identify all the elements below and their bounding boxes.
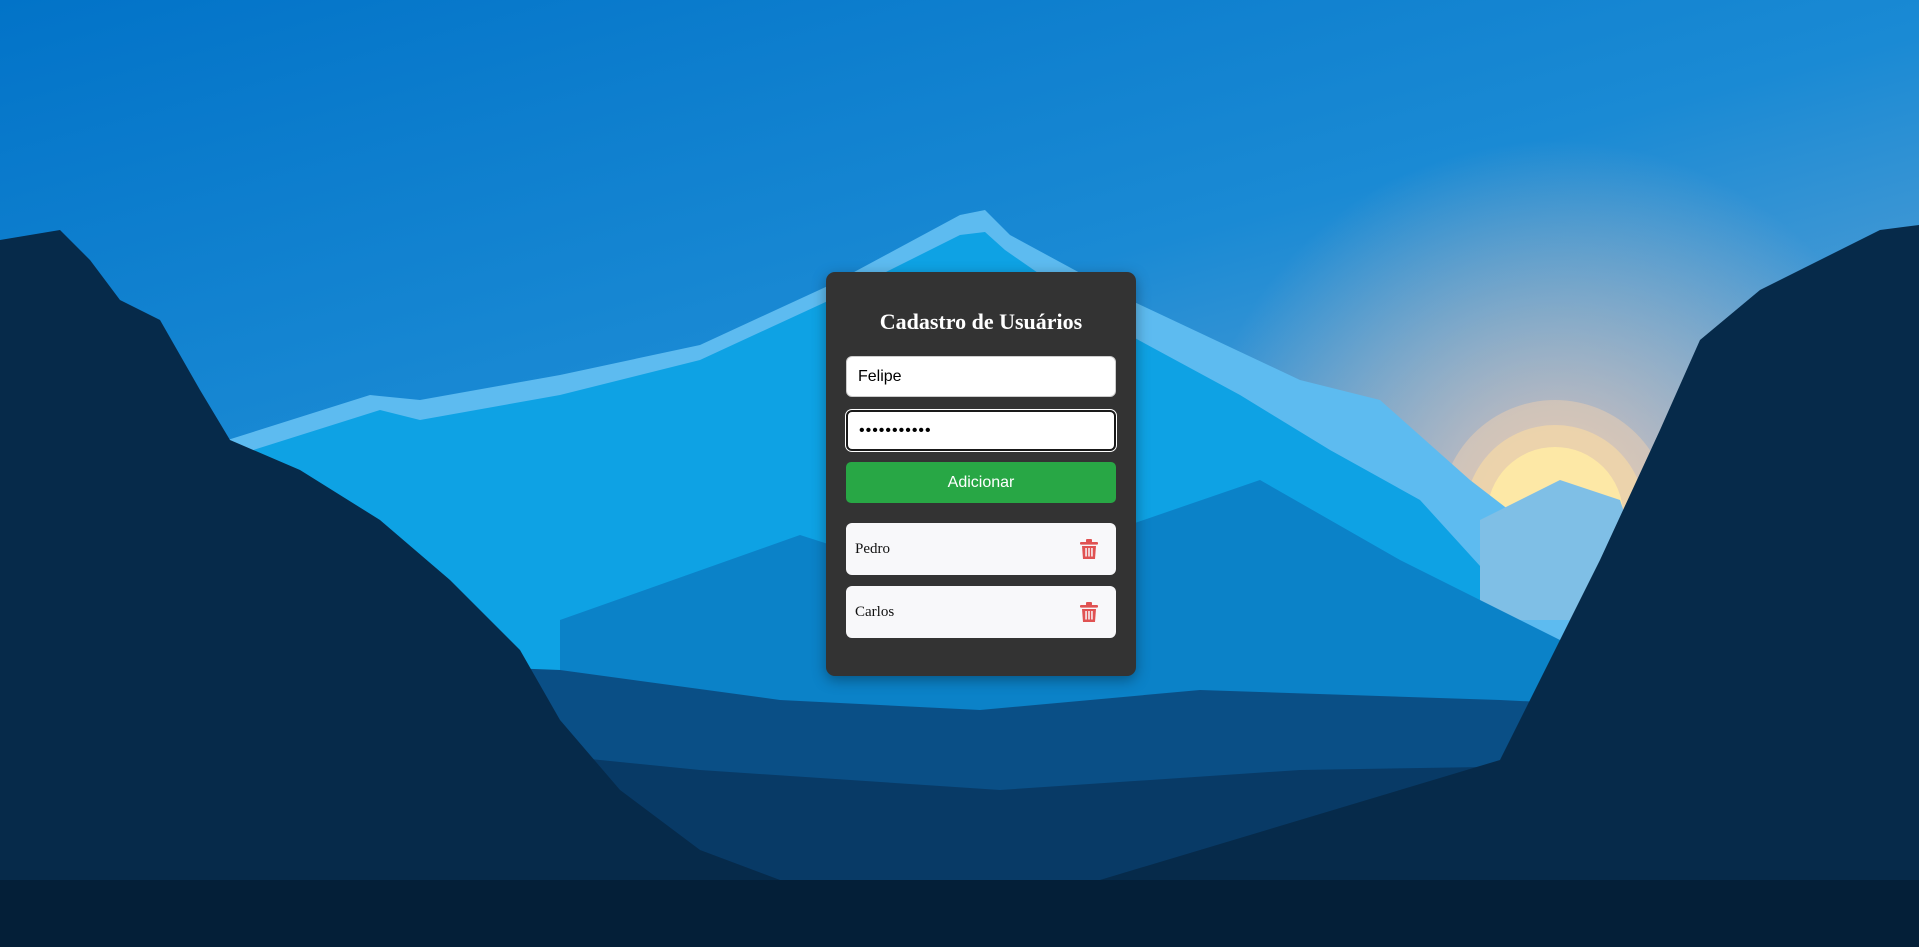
password-input[interactable] bbox=[846, 410, 1116, 451]
delete-button[interactable] bbox=[1077, 537, 1101, 561]
name-input[interactable] bbox=[846, 356, 1116, 397]
page-title: Cadastro de Usuários bbox=[879, 309, 1083, 334]
delete-button[interactable] bbox=[1077, 600, 1101, 624]
list-item: Carlos bbox=[846, 586, 1116, 638]
user-name: Carlos bbox=[855, 603, 895, 620]
trash-icon bbox=[1080, 602, 1098, 622]
add-button[interactable]: Adicionar bbox=[846, 462, 1116, 503]
user-list: Pedro Carlos bbox=[846, 523, 1116, 638]
user-name: Pedro bbox=[855, 540, 890, 557]
user-registration-card: Cadastro de Usuários Adicionar Pedro Car… bbox=[826, 272, 1136, 676]
list-item: Pedro bbox=[846, 523, 1116, 575]
trash-icon bbox=[1080, 539, 1098, 559]
